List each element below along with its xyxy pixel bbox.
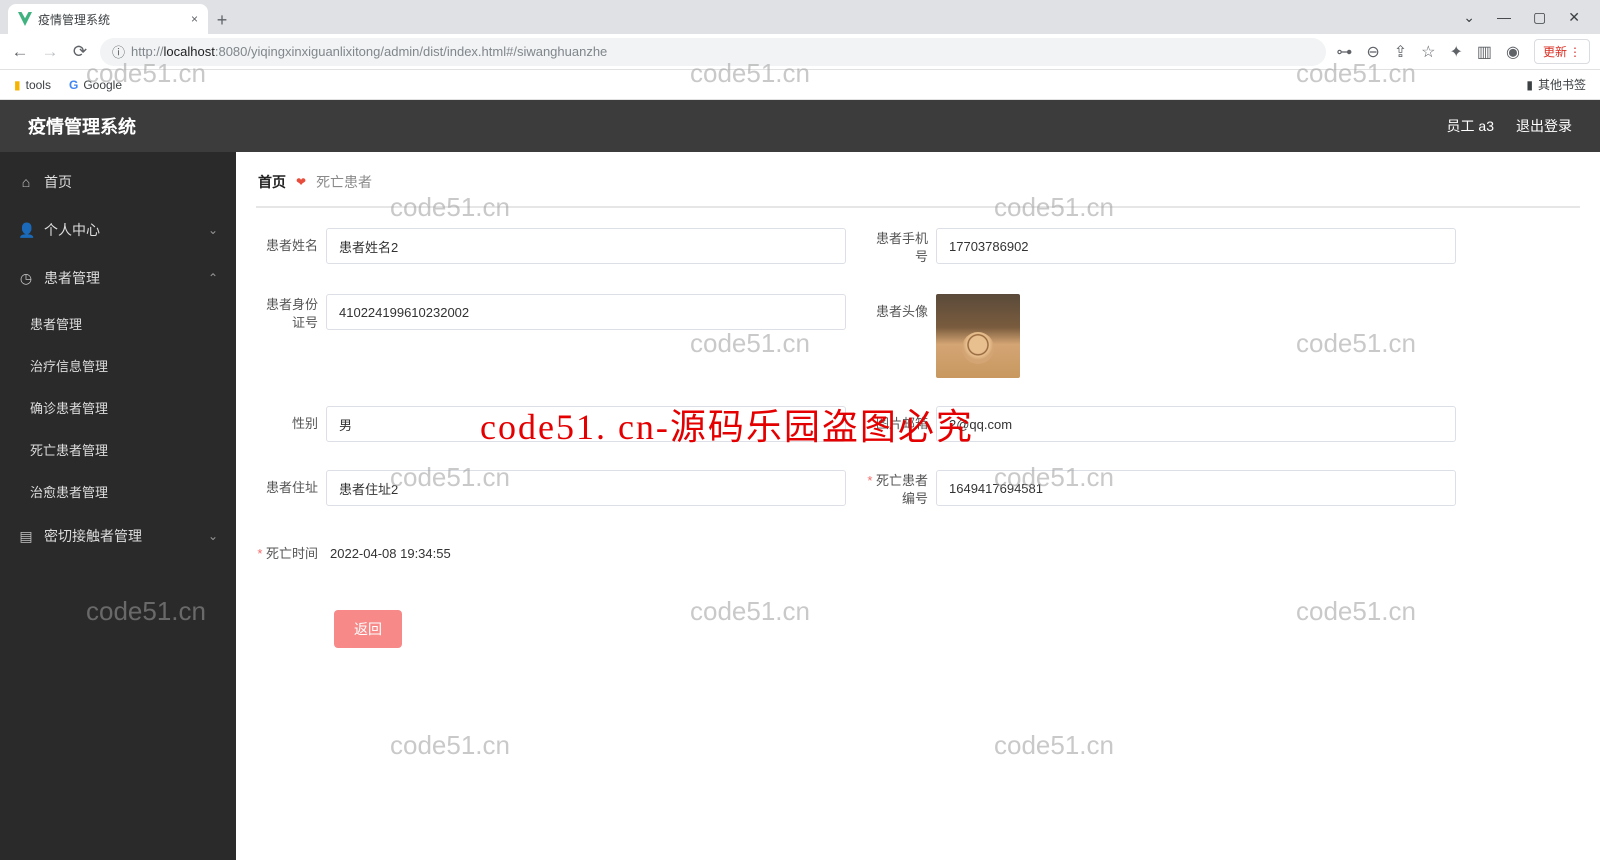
sidebar-item-contact[interactable]: ▤ 密切接触者管理 ⌄ — [0, 512, 236, 560]
breadcrumb: 首页 ❤ 死亡患者 — [256, 168, 1580, 208]
share-icon[interactable]: ⇪ — [1394, 42, 1407, 62]
label-gender: 性别 — [256, 406, 326, 442]
back-button[interactable]: ← — [10, 42, 30, 62]
window-close-icon[interactable]: ✕ — [1568, 9, 1580, 26]
home-icon: ⌂ — [18, 174, 34, 190]
sidebar-label: 患者管理 — [44, 268, 100, 288]
label-dead-id: 死亡患者编号 — [866, 470, 936, 508]
chevron-down-icon: ⌄ — [208, 223, 218, 237]
sidebar-item-personal[interactable]: 👤 个人中心 ⌄ — [0, 206, 236, 254]
breadcrumb-current: 死亡患者 — [316, 172, 372, 192]
window-maximize-icon[interactable]: ▢ — [1533, 9, 1546, 26]
sidebar-item-treatment[interactable]: 治疗信息管理 — [0, 344, 236, 386]
reload-button[interactable]: ⟳ — [70, 42, 90, 62]
profile-icon[interactable]: ◉ — [1506, 42, 1520, 62]
sidebar: ⌂ 首页 👤 个人中心 ⌄ ◷ 患者管理 ⌃ 患者管理 治疗信息管理 确诊患者管… — [0, 152, 236, 860]
sidebar-item-patient-mgmt[interactable]: ◷ 患者管理 ⌃ — [0, 254, 236, 302]
input-gender[interactable] — [326, 406, 846, 442]
sidebar-label: 个人中心 — [44, 220, 100, 240]
update-button[interactable]: 更新 ⋮ — [1534, 39, 1590, 64]
clock-icon: ◷ — [18, 270, 34, 287]
chevron-up-icon: ⌃ — [208, 271, 218, 285]
tab-title: 疫情管理系统 — [38, 11, 110, 28]
list-icon: ▤ — [18, 528, 34, 545]
avatar-image — [936, 294, 1020, 378]
side-panel-icon[interactable]: ▥ — [1477, 42, 1492, 62]
window-caret-icon[interactable]: ⌄ — [1463, 9, 1475, 26]
label-avatar: 患者头像 — [866, 294, 936, 330]
app-title: 疫情管理系统 — [28, 113, 136, 139]
sidebar-item-confirmed[interactable]: 确诊患者管理 — [0, 386, 236, 428]
app-header: 疫情管理系统 员工 a3 退出登录 — [0, 100, 1600, 152]
vue-icon — [18, 12, 32, 26]
input-address[interactable] — [326, 470, 846, 506]
logout-link[interactable]: 退出登录 — [1516, 116, 1572, 136]
breadcrumb-home[interactable]: 首页 — [258, 172, 286, 192]
text-dead-time: 2022-04-08 19:34:55 — [326, 536, 846, 572]
address-bar[interactable]: ⓘ http://localhost:8080/yiqingxinxiguanl… — [100, 38, 1326, 66]
header-user[interactable]: 员工 a3 — [1447, 116, 1494, 136]
label-phone: 患者手机号 — [866, 228, 936, 266]
key-icon[interactable]: ⊶ — [1336, 42, 1352, 62]
label-dead-time: 死亡时间 — [256, 536, 326, 572]
bookmark-tools[interactable]: ▮tools — [14, 78, 51, 92]
input-name[interactable] — [326, 228, 846, 264]
chevron-down-icon: ⌄ — [208, 529, 218, 543]
bookmark-google[interactable]: GGoogle — [69, 78, 122, 92]
info-icon: ⓘ — [112, 42, 125, 61]
url-text: http://localhost:8080/yiqingxinxiguanlix… — [131, 44, 607, 59]
label-ext: 图片邮箱 — [866, 406, 936, 442]
extensions-icon[interactable]: ✦ — [1449, 42, 1462, 62]
input-ext[interactable] — [936, 406, 1456, 442]
input-dead-id[interactable] — [936, 470, 1456, 506]
window-minimize-icon[interactable]: — — [1497, 9, 1511, 25]
browser-tab[interactable]: 疫情管理系统 × — [8, 4, 208, 34]
sidebar-item-cured[interactable]: 治愈患者管理 — [0, 470, 236, 512]
zoom-icon[interactable]: ⊖ — [1366, 42, 1379, 62]
label-id: 患者身份证号 — [256, 294, 326, 332]
sidebar-item-dead[interactable]: 死亡患者管理 — [0, 428, 236, 470]
new-tab-button[interactable]: + — [208, 6, 236, 34]
input-phone[interactable] — [936, 228, 1456, 264]
user-icon: 👤 — [18, 222, 34, 239]
star-icon[interactable]: ☆ — [1421, 42, 1435, 62]
label-address: 患者住址 — [256, 470, 326, 506]
back-button[interactable]: 返回 — [334, 610, 402, 648]
sidebar-label: 密切接触者管理 — [44, 526, 142, 546]
label-name: 患者姓名 — [256, 228, 326, 264]
sidebar-item-patient[interactable]: 患者管理 — [0, 302, 236, 344]
bookmark-other[interactable]: ▮其他书签 — [1526, 76, 1586, 93]
forward-button[interactable]: → — [40, 42, 60, 62]
heart-icon: ❤ — [296, 175, 306, 189]
sidebar-item-home[interactable]: ⌂ 首页 — [0, 158, 236, 206]
input-id[interactable] — [326, 294, 846, 330]
close-tab-icon[interactable]: × — [191, 12, 198, 26]
sidebar-label: 首页 — [44, 172, 72, 192]
